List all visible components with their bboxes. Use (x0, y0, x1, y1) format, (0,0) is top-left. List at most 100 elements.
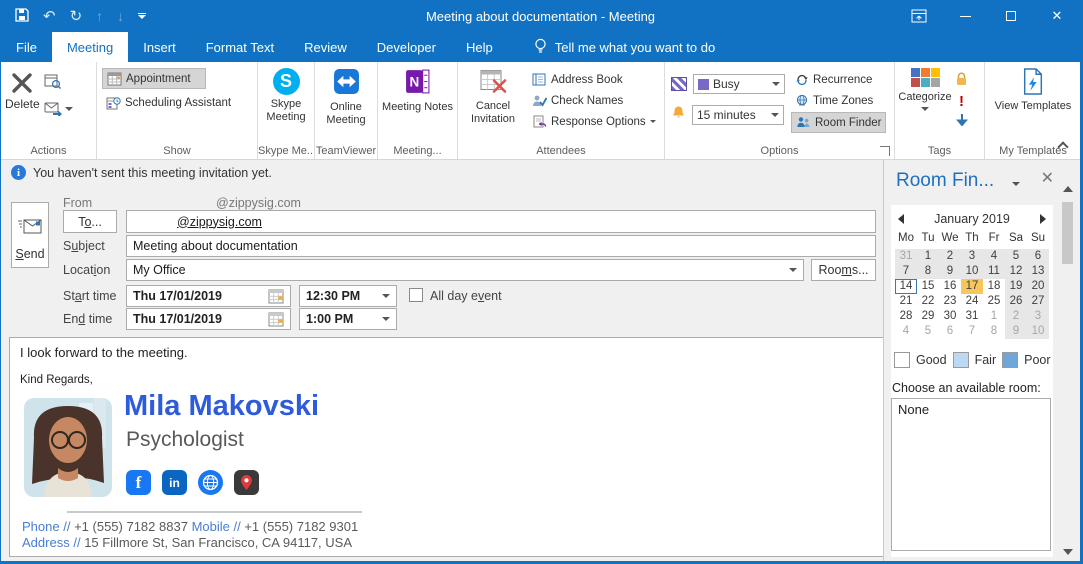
scrollbar-thumb[interactable] (1062, 202, 1073, 264)
response-options-button[interactable]: Response Options (528, 111, 660, 132)
calendar-day[interactable]: 20 (1027, 279, 1049, 294)
end-time-caret-icon[interactable] (382, 317, 390, 321)
calendar-day[interactable]: 22 (917, 294, 939, 309)
room-finder-button[interactable]: Room Finder (791, 112, 887, 133)
calendar-day[interactable]: 2 (1005, 309, 1027, 324)
low-importance-icon[interactable] (955, 113, 968, 131)
calendar-day[interactable]: 27 (1027, 294, 1049, 309)
map-pin-icon[interactable] (234, 470, 259, 495)
room-list[interactable]: None (891, 398, 1051, 551)
time-zones-button[interactable]: Time Zones (791, 90, 886, 111)
subject-field[interactable]: Meeting about documentation (126, 235, 876, 257)
recurrence-button[interactable]: Recurrence (791, 69, 886, 90)
linkedin-icon[interactable]: in (162, 470, 187, 495)
scheduling-assistant-button[interactable]: Scheduling Assistant (102, 92, 257, 113)
copy-to-calendar-icon[interactable] (44, 74, 73, 94)
ribbon-display-options-button[interactable] (896, 0, 942, 32)
undo-icon[interactable]: ↶ (43, 7, 56, 25)
meeting-notes-button[interactable]: N Meeting Notes (378, 66, 457, 116)
appointment-button[interactable]: Appointment (102, 68, 206, 89)
calendar-day[interactable]: 8 (983, 324, 1005, 339)
calendar-day[interactable]: 1 (917, 249, 939, 264)
calendar-day[interactable]: 21 (895, 294, 917, 309)
calendar-day[interactable]: 4 (895, 324, 917, 339)
tab-developer[interactable]: Developer (362, 32, 451, 62)
calendar-day[interactable]: 13 (1027, 264, 1049, 279)
calendar-day[interactable]: 28 (895, 309, 917, 324)
calendar-day[interactable]: 8 (917, 264, 939, 279)
all-day-checkbox[interactable] (409, 288, 423, 302)
message-body[interactable]: I look forward to the meeting. Kind Rega… (9, 337, 885, 557)
calendar-day[interactable]: 5 (1005, 249, 1027, 264)
customize-quick-access-icon[interactable] (138, 13, 147, 19)
to-field[interactable]: @zippysig.com (126, 210, 876, 233)
calendar-day[interactable]: 1 (983, 309, 1005, 324)
calendar-day[interactable]: 6 (939, 324, 961, 339)
room-finder-menu-caret-icon[interactable] (1012, 182, 1020, 186)
calendar-day[interactable]: 11 (983, 264, 1005, 279)
calendar-day[interactable]: 10 (961, 264, 983, 279)
calendar-day[interactable]: 12 (1005, 264, 1027, 279)
private-lock-icon[interactable] (955, 72, 968, 91)
facebook-icon[interactable]: f (126, 470, 151, 495)
show-as-select[interactable]: Busy (693, 74, 785, 94)
collapse-ribbon-icon[interactable] (1054, 140, 1072, 154)
tab-format-text[interactable]: Format Text (191, 32, 289, 62)
calendar-day[interactable]: 23 (939, 294, 961, 309)
forward-icon[interactable] (44, 102, 73, 116)
calendar-day[interactable]: 9 (939, 264, 961, 279)
room-finder-close-icon[interactable]: ✕ (1041, 168, 1054, 187)
minimize-button[interactable] (942, 0, 988, 32)
delete-button[interactable]: Delete (1, 66, 44, 116)
calendar-day[interactable]: 14 (895, 279, 917, 294)
calendar-day[interactable]: 9 (1005, 324, 1027, 339)
scroll-down-icon[interactable] (1063, 549, 1073, 555)
skype-meeting-button[interactable]: S Skype Meeting (258, 66, 314, 126)
calendar-day[interactable]: 31 (961, 309, 983, 324)
website-globe-icon[interactable] (198, 470, 223, 495)
tell-me-box[interactable]: Tell me what you want to do (534, 32, 715, 62)
calendar-day[interactable]: 10 (1027, 324, 1049, 339)
maximize-button[interactable] (988, 0, 1034, 32)
end-date-field[interactable]: Thu 17/01/2019 (126, 308, 291, 330)
calendar-day[interactable]: 3 (961, 249, 983, 264)
calendar-day[interactable]: 25 (983, 294, 1005, 309)
calendar-day[interactable]: 26 (1005, 294, 1027, 309)
location-caret-icon[interactable] (789, 268, 797, 272)
calendar-day[interactable]: 29 (917, 309, 939, 324)
calendar-day[interactable]: 4 (983, 249, 1005, 264)
end-time-field[interactable]: 1:00 PM (299, 308, 397, 330)
calendar-day[interactable]: 16 (939, 279, 961, 294)
calendar-day[interactable]: 3 (1027, 309, 1049, 324)
next-month-icon[interactable] (1039, 214, 1046, 224)
online-meeting-button[interactable]: Online Meeting (315, 66, 377, 129)
close-button[interactable]: ✕ (1034, 0, 1080, 32)
start-date-field[interactable]: Thu 17/01/2019 (126, 285, 291, 307)
tab-insert[interactable]: Insert (128, 32, 191, 62)
to-button[interactable]: To... (63, 210, 117, 233)
calendar-day[interactable]: 15 (917, 279, 939, 294)
to-value[interactable]: @zippysig.com (177, 215, 262, 229)
tab-help[interactable]: Help (451, 32, 508, 62)
tab-review[interactable]: Review (289, 32, 362, 62)
start-time-field[interactable]: 12:30 PM (299, 285, 397, 307)
address-book-button[interactable]: Address Book (528, 69, 660, 90)
room-finder-scrollbar[interactable] (1059, 182, 1076, 559)
reminder-select[interactable]: 15 minutes (692, 105, 784, 125)
start-time-caret-icon[interactable] (382, 294, 390, 298)
view-templates-button[interactable]: View Templates (985, 66, 1080, 115)
high-importance-icon[interactable]: ! (959, 94, 964, 109)
calendar-day[interactable]: 31 (895, 249, 917, 264)
calendar-day[interactable]: 7 (961, 324, 983, 339)
scroll-up-icon[interactable] (1063, 186, 1073, 192)
calendar-day[interactable]: 24 (961, 294, 983, 309)
calendar-day[interactable]: 30 (939, 309, 961, 324)
calendar-day[interactable]: 19 (1005, 279, 1027, 294)
send-button[interactable]: Send (11, 202, 49, 268)
end-date-picker-icon[interactable] (268, 312, 284, 327)
rooms-button[interactable]: Rooms... (811, 259, 876, 281)
redo-icon[interactable]: ↻ (70, 7, 83, 25)
previous-month-icon[interactable] (898, 214, 904, 224)
options-dialog-launcher-icon[interactable] (880, 146, 890, 156)
start-date-picker-icon[interactable] (268, 289, 284, 304)
